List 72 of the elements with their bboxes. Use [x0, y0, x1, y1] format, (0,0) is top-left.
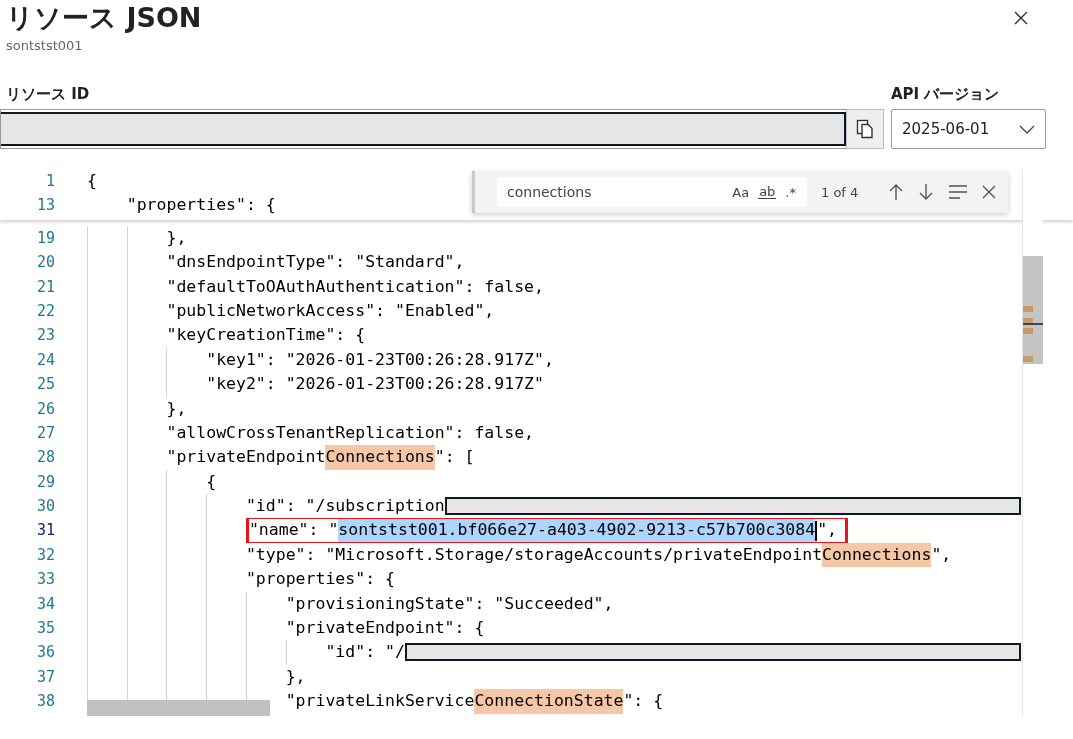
code-text: "type": "Microsoft.Storage/storageAccounts/privateEndpoint [245, 543, 823, 566]
line-number: 33 [35, 569, 56, 591]
line-number: 20 [35, 252, 56, 274]
lines-icon[interactable] [948, 185, 969, 199]
code-text: "id": "/ [325, 641, 405, 664]
api-version-dropdown[interactable]: 2025-06-01 [891, 109, 1046, 149]
horizontal-scrollbar[interactable] [87, 700, 270, 716]
field-label: リソース ID [5, 84, 91, 105]
line-number: 24 [35, 349, 56, 371]
line-number: 35 [35, 618, 56, 640]
match-count: 1 of 4 [821, 184, 859, 200]
code-text: "properties": { [245, 568, 395, 591]
search-option-toggle[interactable]: .* [784, 184, 797, 200]
code-text: "provisioningState": "Succeeded", [285, 592, 614, 615]
line-number: 32 [35, 544, 56, 566]
search-option-toggle[interactable]: Aa [731, 184, 751, 200]
line-number: 38 [35, 691, 56, 713]
scrollbar-thumb[interactable] [1023, 256, 1043, 364]
code-text: "dnsEndpointType": "Standard", [166, 251, 465, 274]
find-input[interactable]: connections Aa ab .* [497, 177, 807, 207]
code-text: "id": "/subscription [245, 495, 445, 518]
line-number: 34 [35, 593, 56, 615]
copy-icon [856, 119, 874, 139]
line-number: 31 [35, 520, 56, 542]
close-icon[interactable] [982, 185, 997, 199]
code-text: { [206, 470, 217, 493]
code-text: ": { [623, 690, 664, 713]
code-text: "keyCreationTime": { [166, 324, 366, 347]
line-number: 28 [35, 447, 56, 469]
code-text: "key1": "2026-01-23T00:26:28.917Z", [206, 348, 554, 371]
code-text: "defaultToOAuthAuthentication": false, [166, 275, 544, 298]
code-text: }, [166, 226, 187, 249]
code-text: "allowCrossTenantReplication": false, [166, 421, 535, 444]
line-number: 19 [35, 227, 56, 249]
code-text: "name": " [248, 519, 339, 542]
search-match: Connections [822, 542, 932, 568]
code-text: "privateEndpoint": { [285, 617, 485, 640]
code-text: "publicNetworkAccess": "Enabled", [166, 299, 495, 322]
line-number: 29 [35, 471, 56, 493]
search-match: ConnectionState [474, 689, 624, 714]
line-number: 37 [35, 666, 56, 688]
line-number: 36 [35, 642, 56, 664]
selected-text: sontstst001.bf066e27-a403-4902-9213-c57b700c3084 [338, 519, 816, 543]
search-option-toggle[interactable]: ab [758, 185, 777, 199]
line-number: 1 [44, 171, 56, 192]
code-text: }, [285, 665, 306, 688]
code-text: "key2": "2026-01-23T00:26:28.917Z" [206, 373, 544, 396]
line-number: 13 [35, 195, 56, 217]
line-number: 26 [35, 398, 56, 420]
code-text: { [87, 170, 97, 192]
arrow-up-icon[interactable] [888, 183, 905, 201]
line-number: 23 [35, 325, 56, 347]
search-match: Connections [325, 445, 435, 470]
code-text: ", [931, 543, 952, 566]
chevron-down-icon [1019, 124, 1035, 134]
copy-button[interactable] [846, 109, 884, 149]
code-text: ": [ [434, 446, 475, 469]
resource-name: sontstst001 [6, 38, 84, 53]
line-number: 21 [35, 276, 56, 298]
close-icon[interactable] [1013, 10, 1029, 26]
code-text: "privateEndpoint [166, 446, 326, 469]
code-text: ", [817, 519, 838, 542]
dialog-title: リソース JSON [6, 1, 202, 35]
line-number: 30 [35, 496, 56, 518]
code-text: "properties": { [126, 194, 276, 217]
field-label: API バージョン [891, 84, 1001, 105]
line-number: 25 [35, 374, 56, 396]
line-number: 22 [35, 300, 56, 322]
code-text: "privateLinkService [285, 690, 475, 713]
line-number: 27 [35, 422, 56, 444]
arrow-down-icon[interactable] [918, 183, 935, 201]
code-text: }, [166, 397, 187, 420]
